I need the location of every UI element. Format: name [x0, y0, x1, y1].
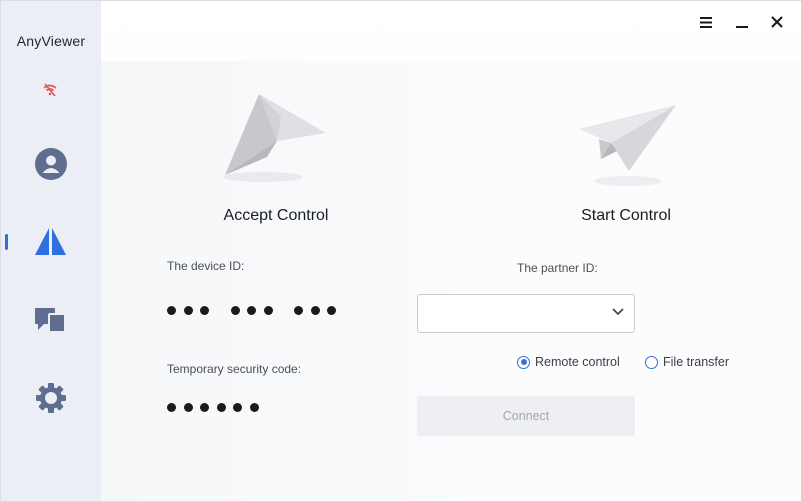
- menu-button[interactable]: [695, 11, 717, 33]
- sidebar-item-account[interactable]: [1, 134, 101, 194]
- device-id-value: [167, 306, 344, 315]
- device-id-label: The device ID:: [167, 259, 245, 273]
- accept-control-heading: Accept Control: [223, 207, 329, 224]
- sidebar-item-devices[interactable]: [1, 290, 101, 350]
- partner-id-input[interactable]: [417, 294, 635, 333]
- app-window: AnyViewer Accept Control The device ID: …: [0, 0, 801, 502]
- radio-remote-control[interactable]: Remote control: [517, 355, 620, 369]
- chevron-down-icon[interactable]: [612, 308, 624, 316]
- radio-selected-indicator: [517, 355, 530, 369]
- devices-icon: [35, 308, 66, 333]
- connect-logo-icon: [35, 228, 66, 255]
- close-icon: [771, 16, 783, 28]
- radio-file-transfer-label: File transfer: [663, 355, 729, 369]
- menu-icon: [700, 16, 712, 28]
- sidebar-item-connect[interactable]: [1, 212, 101, 272]
- sidebar-item-settings[interactable]: [1, 368, 101, 428]
- paper-plane-start-icon: [579, 105, 676, 186]
- minimize-button[interactable]: [731, 11, 753, 33]
- minimize-icon: [736, 26, 748, 28]
- paper-plane-accept-icon: [223, 94, 326, 182]
- app-title: AnyViewer: [16, 33, 86, 49]
- partner-id-label: The partner ID:: [517, 261, 598, 275]
- radio-file-transfer[interactable]: File transfer: [645, 355, 729, 369]
- security-code-value: [167, 403, 266, 412]
- gear-icon: [36, 383, 66, 413]
- radio-remote-control-label: Remote control: [535, 355, 620, 369]
- active-indicator: [5, 234, 8, 250]
- security-code-label: Temporary security code:: [167, 362, 302, 376]
- radio-unselected-indicator: [645, 355, 658, 369]
- sidebar: AnyViewer: [1, 1, 101, 501]
- close-button[interactable]: [766, 11, 788, 33]
- user-icon: [35, 148, 67, 180]
- connect-button[interactable]: Connect: [417, 396, 635, 436]
- no-network-icon: [43, 83, 57, 97]
- start-control-heading: Start Control: [581, 207, 671, 224]
